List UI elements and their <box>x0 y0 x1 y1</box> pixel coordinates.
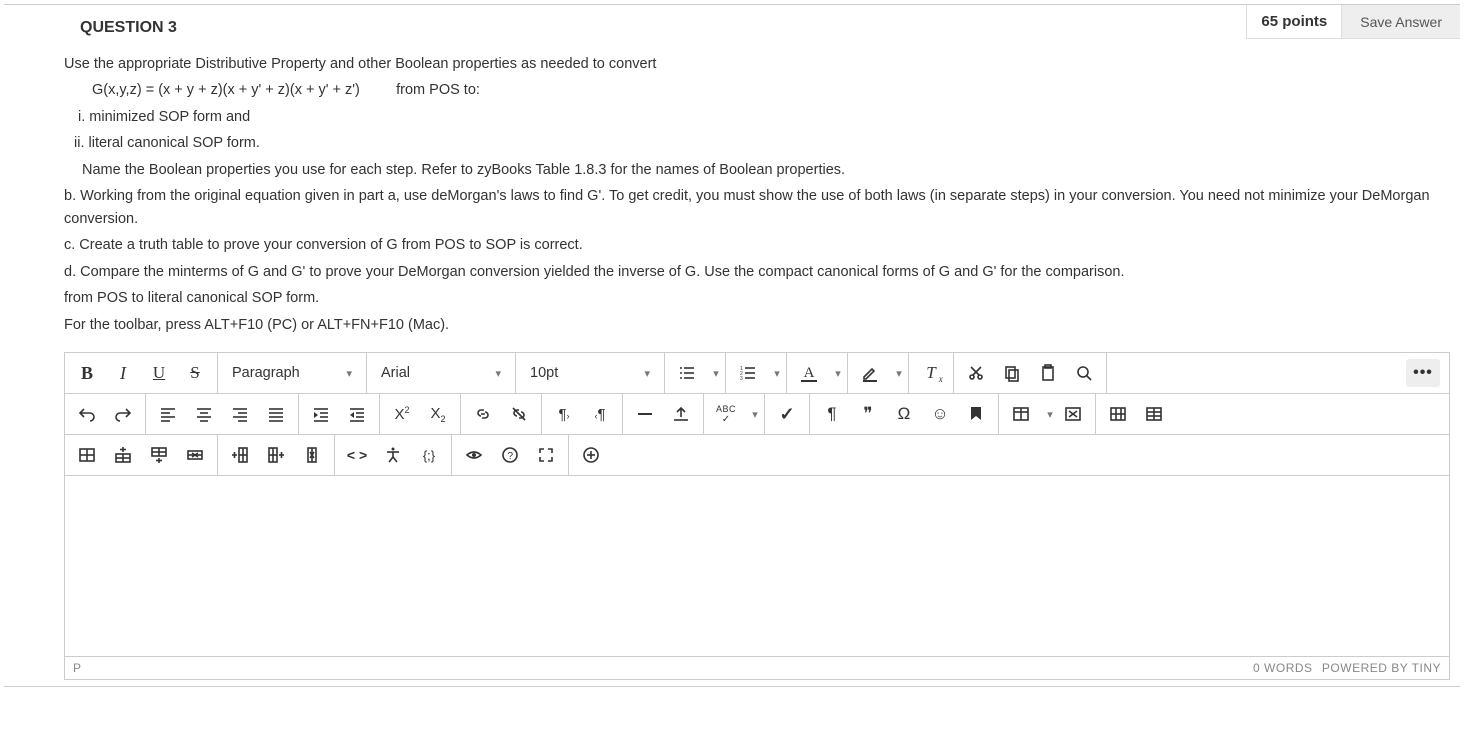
chevron-down-icon[interactable]: ▾ <box>766 353 782 393</box>
anchor-button[interactable] <box>958 394 994 434</box>
insert-table-button[interactable] <box>1003 394 1039 434</box>
source-code-button[interactable]: < > <box>339 435 375 475</box>
question-part-d: d. Compare the minterms of G and G' to p… <box>64 261 1442 283</box>
table-col-button[interactable] <box>1136 394 1172 434</box>
accessibility-button[interactable] <box>375 435 411 475</box>
superscript-button[interactable]: X2 <box>384 394 420 434</box>
insert-row-below-button[interactable] <box>141 435 177 475</box>
rich-text-editor: B I U S Paragraph ▾ Arial ▾ 10pt <box>64 352 1450 657</box>
chevron-down-icon[interactable]: ▾ <box>744 394 760 434</box>
rtl-button[interactable]: ‹¶ <box>582 394 618 434</box>
question-header: QUESTION 3 65 points Save Answer <box>4 5 1460 43</box>
blockquote-button[interactable]: ❞ <box>850 394 886 434</box>
preview-button[interactable] <box>456 435 492 475</box>
bullet-list-button[interactable] <box>669 353 705 393</box>
special-char-button[interactable]: Ω <box>886 394 922 434</box>
link-button[interactable] <box>465 394 501 434</box>
highlight-color-button[interactable] <box>852 353 888 393</box>
font-size-label: 10pt <box>530 365 558 381</box>
underline-bar <box>801 380 817 382</box>
question-trailing: from POS to literal canonical SOP form. <box>64 287 1442 309</box>
chevron-down-icon[interactable]: ▾ <box>705 353 721 393</box>
insert-col-right-button[interactable] <box>258 435 294 475</box>
question-title: QUESTION 3 <box>4 19 1246 39</box>
delete-table-button[interactable] <box>1055 394 1091 434</box>
font-family-select[interactable]: Arial ▾ <box>371 353 511 393</box>
svg-text:?: ? <box>508 451 514 462</box>
svg-text:3: 3 <box>740 376 743 382</box>
clear-formatting-button[interactable]: Tx <box>913 353 949 393</box>
question-item-i: i. minimized SOP form and <box>64 106 1442 128</box>
chevron-down-icon: ▾ <box>495 367 501 380</box>
subscript-button[interactable]: X2 <box>420 394 456 434</box>
fullscreen-button[interactable] <box>528 435 564 475</box>
align-justify-button[interactable] <box>258 394 294 434</box>
insert-row-above-button[interactable] <box>105 435 141 475</box>
underline-button[interactable]: U <box>141 353 177 393</box>
block-format-select[interactable]: Paragraph ▾ <box>222 353 362 393</box>
branding-label[interactable]: POWERED BY TINY <box>1322 661 1441 675</box>
editor-statusbar: P 0 WORDS POWERED BY TINY <box>64 657 1450 680</box>
block-format-label: Paragraph <box>232 365 300 381</box>
more-button[interactable]: ••• <box>1405 353 1441 393</box>
word-count[interactable]: 0 WORDS <box>1253 661 1313 675</box>
question-container: QUESTION 3 65 points Save Answer Use the… <box>4 4 1460 687</box>
question-name-props: Name the Boolean properties you use for … <box>64 159 1442 181</box>
element-path[interactable]: P <box>73 661 81 675</box>
chevron-down-icon: ▾ <box>644 367 650 380</box>
question-body: Use the appropriate Distributive Propert… <box>4 43 1460 346</box>
strikethrough-button[interactable]: S <box>177 353 213 393</box>
indent-button[interactable] <box>303 394 339 434</box>
text-color-button[interactable]: A <box>791 353 827 393</box>
outdent-button[interactable] <box>339 394 375 434</box>
delete-col-button[interactable] <box>294 435 330 475</box>
chevron-down-icon[interactable]: ▾ <box>888 353 904 393</box>
show-blocks-button[interactable]: ¶ <box>814 394 850 434</box>
find-replace-button[interactable] <box>1066 353 1102 393</box>
question-part-c: c. Create a truth table to prove your co… <box>64 234 1442 256</box>
chevron-down-icon: ▾ <box>346 367 352 380</box>
font-family-label: Arial <box>381 365 410 381</box>
insert-col-left-button[interactable] <box>222 435 258 475</box>
redo-button[interactable] <box>105 394 141 434</box>
bold-button[interactable]: B <box>69 353 105 393</box>
align-right-button[interactable] <box>222 394 258 434</box>
question-part-b: b. Working from the original equation gi… <box>64 185 1442 230</box>
toolbar-row-3: < > {;} ? <box>65 435 1449 476</box>
question-points: 65 points <box>1246 5 1341 39</box>
table-row-button[interactable] <box>1100 394 1136 434</box>
toolbar-row-2: X2 X2 ¶› ‹¶ ABC✓ ▾ ✓ ¶ <box>65 394 1449 435</box>
chevron-down-icon[interactable]: ▾ <box>1039 394 1055 434</box>
save-answer-button[interactable]: Save Answer <box>1341 5 1460 39</box>
code-sample-button[interactable]: {;} <box>411 435 447 475</box>
toolbar-hint: For the toolbar, press ALT+F10 (PC) or A… <box>64 314 1442 336</box>
help-button[interactable]: ? <box>492 435 528 475</box>
insert-file-button[interactable] <box>663 394 699 434</box>
unlink-button[interactable] <box>501 394 537 434</box>
align-center-button[interactable] <box>186 394 222 434</box>
ltr-button[interactable]: ¶› <box>546 394 582 434</box>
add-content-button[interactable] <box>573 435 609 475</box>
paste-button[interactable] <box>1030 353 1066 393</box>
math-button[interactable]: ✓ <box>769 394 805 434</box>
undo-button[interactable] <box>69 394 105 434</box>
spellcheck-button[interactable]: ABC✓ <box>708 394 744 434</box>
chevron-down-icon[interactable]: ▾ <box>827 353 843 393</box>
question-equation: G(x,y,z) = (x + y + z)(x + y' + z)(x + y… <box>64 79 1442 101</box>
italic-button[interactable]: I <box>105 353 141 393</box>
copy-button[interactable] <box>994 353 1030 393</box>
horizontal-rule-button[interactable] <box>627 394 663 434</box>
table-cell-button[interactable] <box>69 435 105 475</box>
question-item-ii: ii. literal canonical SOP form. <box>64 132 1442 154</box>
align-left-button[interactable] <box>150 394 186 434</box>
cut-button[interactable] <box>958 353 994 393</box>
editor-content-area[interactable] <box>65 476 1449 656</box>
font-size-select[interactable]: 10pt ▾ <box>520 353 660 393</box>
emoticon-button[interactable]: ☺ <box>922 394 958 434</box>
question-intro: Use the appropriate Distributive Propert… <box>64 53 1442 75</box>
numbered-list-button[interactable]: 123 <box>730 353 766 393</box>
toolbar-row-1: B I U S Paragraph ▾ Arial ▾ 10pt <box>65 353 1449 394</box>
delete-row-button[interactable] <box>177 435 213 475</box>
